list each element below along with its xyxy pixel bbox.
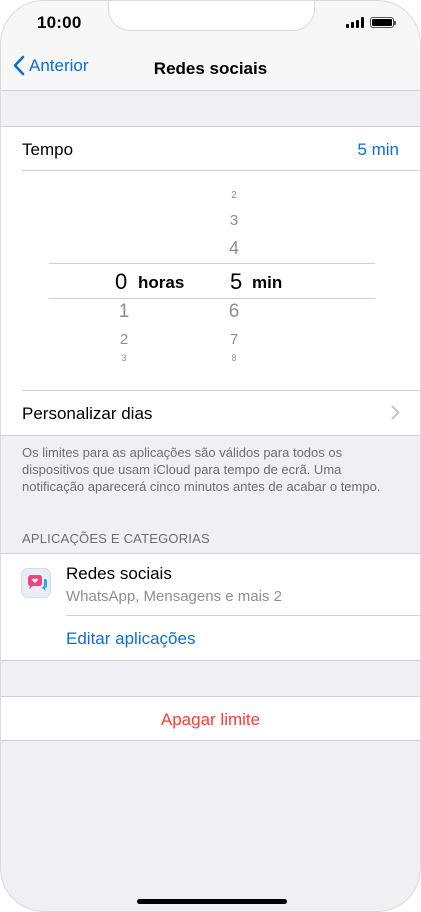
home-indicator[interactable] [137,899,287,904]
picker-selection-top-line [49,263,375,264]
apps-section [1,553,420,661]
page-title: Redes sociais [153,59,268,78]
hours-option: 1 [118,301,130,322]
divider [1,435,420,436]
hours-selected-value: 0 [115,269,128,294]
picker-selection-bottom-line [49,298,375,299]
minutes-unit-label: min [252,273,283,292]
apps-section-header: APLICAÇÕES E CATEGORIAS [22,531,210,546]
minutes-option: 8 [231,353,237,363]
apps-item-subtitle: WhatsApp, Mensagens e mais 2 [66,588,282,605]
limits-footer-note: Os limites para as aplicações são válido… [22,445,381,494]
hours-option: 3 [121,353,127,363]
notch [108,1,315,31]
divider [66,615,420,616]
battery-icon [370,17,396,28]
divider [22,390,420,391]
status-icons [346,17,396,28]
divider [1,696,420,697]
minutes-selected-value: 5 [230,269,243,294]
chevron-right-icon [391,405,400,420]
edit-apps-button[interactable]: Editar aplicações [66,629,195,649]
time-row-value[interactable]: 5 min [357,140,399,160]
minutes-option: 7 [229,331,239,348]
divider [1,660,420,661]
hours-option: 2 [119,331,129,348]
customize-days-label: Personalizar dias [22,404,153,423]
minutes-option: 2 [231,190,237,201]
navigation-bar: Anterior Redes sociais [1,45,420,91]
signal-icon [346,17,364,28]
divider [1,740,420,741]
status-bar: 10:00 [1,1,420,45]
divider [1,553,420,554]
divider [22,170,420,171]
minutes-option: 3 [229,212,239,229]
status-time: 10:00 [37,13,82,32]
social-networks-icon [21,568,51,598]
time-row-label: Tempo [22,140,74,159]
minutes-option: 4 [228,238,239,258]
hours-unit-label: horas [138,273,185,292]
minutes-option: 6 [228,301,240,322]
phone-screen: 10:00 Anterior Redes sociais Tempo 5 min [0,0,421,912]
delete-limit-button[interactable]: Apagar limite [1,710,420,730]
apps-item-title: Redes sociais [66,564,172,583]
divider [1,126,420,127]
